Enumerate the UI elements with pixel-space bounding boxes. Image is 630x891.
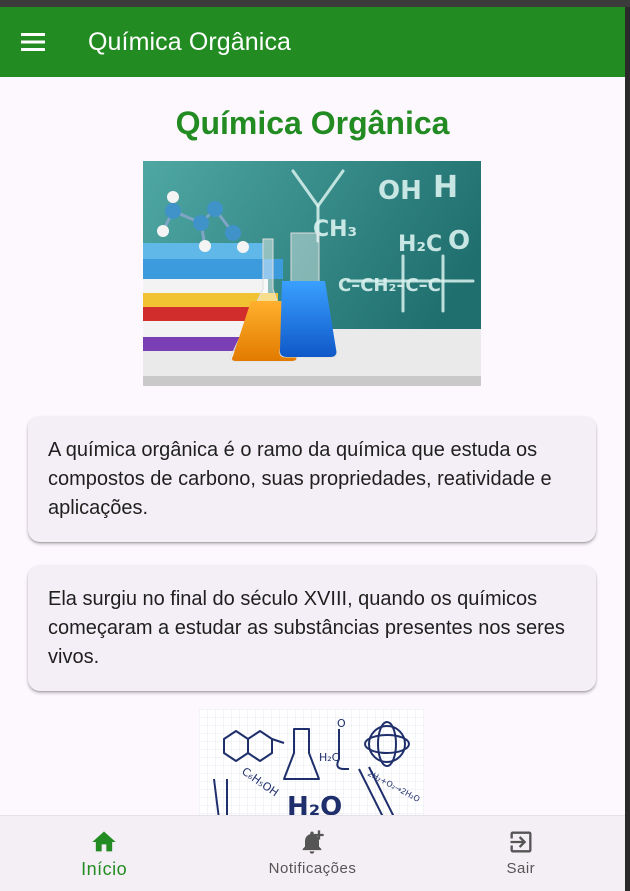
logout-icon <box>510 831 532 853</box>
menu-button[interactable] <box>3 7 63 77</box>
nav-label-notificacoes: Notificações <box>268 860 357 877</box>
app-bar-title: Química Orgânica <box>88 27 292 56</box>
hero-formula-4: H₂C <box>398 232 442 257</box>
nav-item-sair[interactable]: Sair <box>417 816 625 891</box>
sketch-formula-2: O <box>337 717 346 730</box>
status-strip <box>0 0 630 7</box>
sketch-formula-4: H₂O <box>287 792 342 815</box>
main-content[interactable]: Química Orgânica OH H CH₃ H₂C O C–CH₂–C–… <box>0 77 625 815</box>
hero-formula-5: O <box>448 226 470 256</box>
nav-label-sair: Sair <box>506 860 536 877</box>
nav-label-inicio: Início <box>81 859 128 879</box>
notification-add-icon <box>303 830 325 854</box>
window-edge <box>625 7 630 891</box>
menu-icon <box>21 33 45 51</box>
app-screen: Química Orgânica Química Orgânica OH H C… <box>0 7 625 891</box>
page-title: Química Orgânica <box>175 105 450 141</box>
hero-formula-3: CH₃ <box>313 217 357 242</box>
info-card-definition: A química orgânica é o ramo da química q… <box>28 416 596 542</box>
hero-formula-2: H <box>433 170 458 205</box>
nav-item-inicio[interactable]: Início <box>0 816 208 891</box>
sketch-formula-1: H₂C <box>319 751 340 764</box>
info-card-history: Ela surgiu no final do século XVIII, qua… <box>28 565 596 691</box>
chemistry-hero-image: OH H CH₃ H₂C O C–CH₂–C–C <box>143 161 481 386</box>
bottom-navigation: Início Notificações Sair <box>0 815 625 891</box>
home-icon <box>92 831 116 852</box>
hero-formula-1: OH <box>378 176 422 206</box>
info-card-text: Ela surgiu no final do século XVIII, qua… <box>48 588 565 668</box>
app-bar: Química Orgânica <box>0 7 625 77</box>
chemistry-sketch-image: H₂C O C₆H₅OH H₂O 2H₂+O₂→2H₂O <box>199 709 424 815</box>
info-card-text: A química orgânica é o ramo da química q… <box>48 439 552 519</box>
nav-item-notificacoes[interactable]: Notificações <box>208 816 416 891</box>
hero-formula-6: C–CH₂–C–C <box>338 275 441 296</box>
